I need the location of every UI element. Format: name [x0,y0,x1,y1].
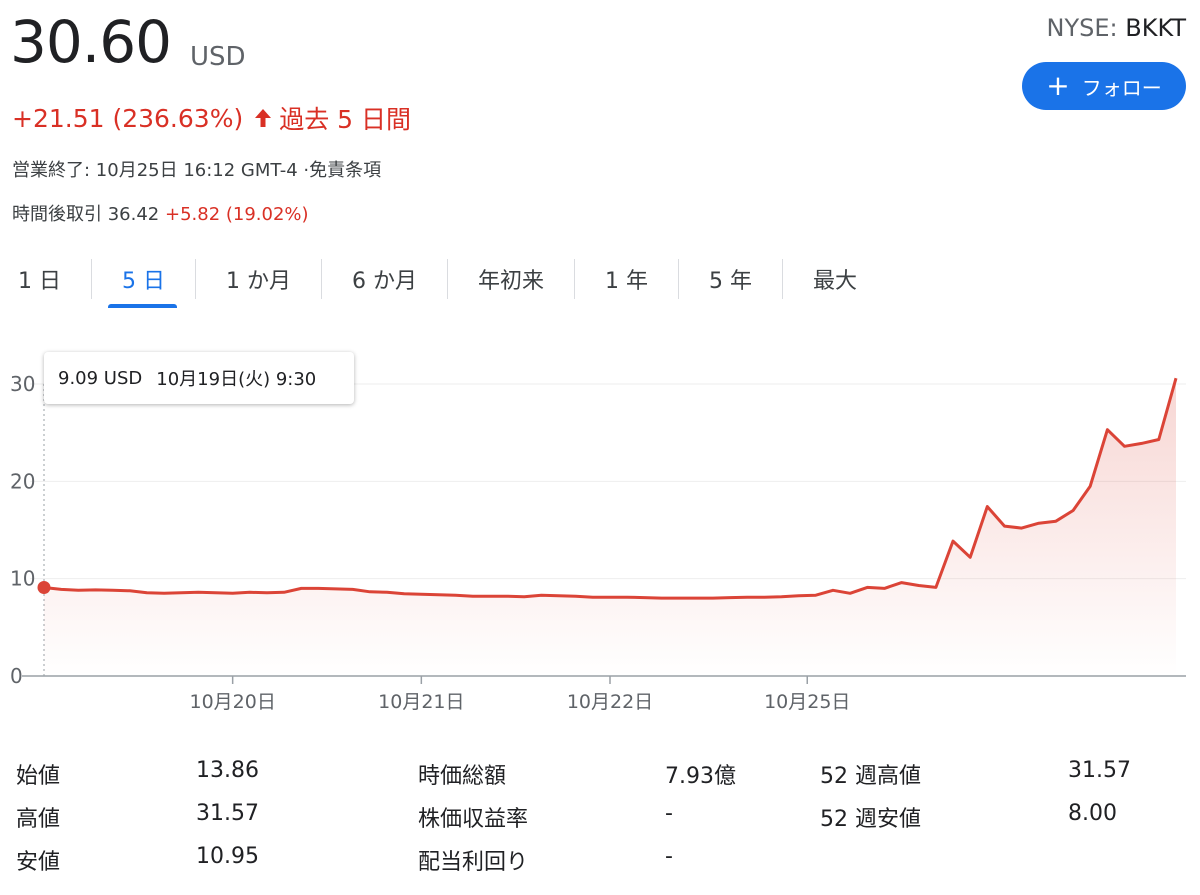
hover-point [37,581,51,595]
stat-label: 時価総額 [418,764,507,789]
tooltip-time: 10月19日(火) 9:30 [156,369,317,390]
arrow-up-icon [255,109,272,127]
price-change: +21.51 (236.63%) 過去 5 日間 [12,100,411,136]
stats-row: 安値 10.95 配当利回り - [0,844,1200,884]
tooltip-value: 9.09 USD [58,367,143,389]
tab-max[interactable]: 最大 [783,258,887,300]
y-tick-label: 20 [10,469,35,493]
stat-value: 8.00 [1068,801,1117,826]
after-hours: 時間後取引 36.42 +5.82 (19.02%) [12,200,309,226]
ticker: NYSE: BKKT [1047,14,1187,42]
stat-value: 13.86 [196,758,259,783]
after-hours-label: 時間後取引 36.42 [12,204,160,225]
tab-ytd[interactable]: 年初来 [448,258,574,300]
x-tick-label: 10月22日 [567,691,653,713]
tab-1d[interactable]: 1 日 [0,258,91,300]
stat-value: 10.95 [196,844,259,869]
change-period: 過去 5 日間 [279,105,412,134]
stat-label: 安値 [16,850,61,875]
change-value: +21.51 (236.63%) [12,103,244,133]
range-tabs: 1 日 5 日 1 か月 6 か月 年初来 1 年 5 年 最大 [0,254,887,308]
chart-tooltip: 9.09 USD 10月19日(火) 9:30 [44,352,354,404]
stat-label: 始値 [16,764,61,789]
plus-icon: + [1046,69,1070,102]
stat-label: 高値 [16,807,61,832]
stat-value: 7.93億 [665,764,736,789]
after-hours-change: +5.82 (19.02%) [165,204,309,225]
tab-5d[interactable]: 5 日 [92,258,195,308]
x-tick-label: 10月20日 [189,691,275,713]
disclaimer-link[interactable]: 免責条項 [309,160,381,181]
stat-label: 株価収益率 [418,807,529,832]
stats-row: 高値 31.57 株価収益率 - 52 週安値 8.00 [0,801,1200,841]
stat-value: 31.57 [1068,758,1131,783]
stat-value: - [665,801,673,826]
market-status-text: 営業終了: 10月25日 16:12 GMT-4 · [12,160,310,181]
stat-label: 配当利回り [418,850,529,875]
y-tick-label: 10 [10,567,35,591]
tab-1y[interactable]: 1 年 [575,258,678,300]
x-tick-label: 10月25日 [764,691,850,713]
tab-1m[interactable]: 1 か月 [196,258,321,300]
y-tick-label: 0 [10,664,23,688]
tab-5y[interactable]: 5 年 [679,258,782,300]
stats-row: 始値 13.86 時価総額 7.93億 52 週高値 31.57 [0,758,1200,798]
currency-label: USD [190,42,246,72]
symbol-label: BKKT [1125,14,1186,42]
tab-6m[interactable]: 6 か月 [322,258,447,300]
stat-value: 31.57 [196,801,259,826]
y-tick-label: 30 [10,372,35,396]
stat-label: 52 週安値 [820,807,921,832]
current-price: 30.60 [10,8,172,76]
exchange-label: NYSE: [1046,14,1118,42]
market-status: 営業終了: 10月25日 16:12 GMT-4 ·免責条項 [12,156,381,182]
follow-button[interactable]: + フォロー [1022,62,1186,110]
stat-value: - [665,844,673,869]
stat-label: 52 週高値 [820,764,921,789]
x-tick-label: 10月21日 [378,691,464,713]
follow-label: フォロー [1081,75,1162,100]
